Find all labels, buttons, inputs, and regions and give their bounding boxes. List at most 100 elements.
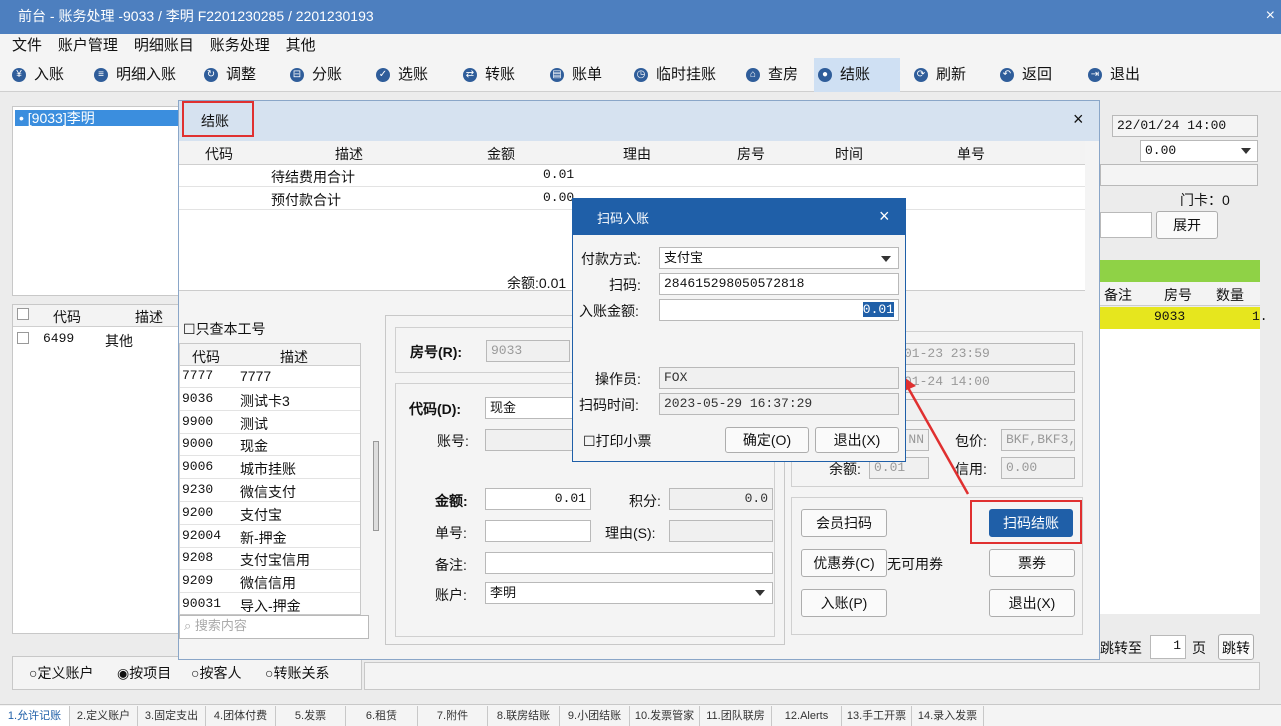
table-row[interactable]: 9033 1. bbox=[1100, 307, 1268, 329]
tab-define-account[interactable]: 2.定义账户 bbox=[70, 706, 138, 726]
only-mine-checkbox[interactable]: ☐只查本工号 bbox=[183, 319, 266, 339]
toolbar-select-button[interactable]: ✓ 选账 bbox=[372, 58, 428, 92]
list-item[interactable]: 92004 新-押金 bbox=[180, 526, 360, 548]
radio-by-guest[interactable]: ○按客人 bbox=[191, 663, 241, 683]
tab-lease[interactable]: 6.租赁 bbox=[346, 706, 418, 726]
tab-allow-post[interactable]: 1.允许记账 bbox=[0, 706, 70, 726]
header-desc: 描述 bbox=[135, 309, 163, 325]
select-all-checkbox[interactable] bbox=[17, 308, 29, 320]
scan-header: 扫码入账 × bbox=[573, 199, 905, 235]
toolbar-adjust-button[interactable]: ↻ 调整 bbox=[200, 58, 256, 92]
tab-group-pay[interactable]: 4.团体付费 bbox=[206, 706, 276, 726]
remark-input[interactable] bbox=[485, 552, 773, 574]
toolbar-bill-button[interactable]: ▤ 账单 bbox=[546, 58, 602, 92]
list-item[interactable]: 9200 支付宝 bbox=[180, 503, 360, 525]
toolbar-back-button[interactable]: ↶ 返回 bbox=[996, 58, 1052, 92]
list-item[interactable]: 90031 导入-押金 bbox=[180, 594, 360, 616]
tab-small-group[interactable]: 9.小团结账 bbox=[560, 706, 630, 726]
menu-other[interactable]: 其他 bbox=[286, 34, 316, 58]
goto-label: 跳转至 bbox=[1100, 640, 1142, 656]
tab-linked-room[interactable]: 8.联房结账 bbox=[488, 706, 560, 726]
room-select[interactable]: 9033 bbox=[486, 340, 570, 362]
reason-select[interactable] bbox=[669, 520, 773, 542]
amount-input[interactable]: 0.01 bbox=[485, 488, 591, 510]
goto-button[interactable]: 跳转 bbox=[1218, 634, 1254, 660]
code-label: 代码(D): bbox=[409, 401, 462, 417]
tree-item[interactable]: • [9033]李明 bbox=[15, 110, 179, 126]
list-item[interactable]: 9006 城市挂账 bbox=[180, 457, 360, 480]
toolbar-check-room-button[interactable]: ⌂ 查房 bbox=[742, 58, 798, 92]
toolbar-split-button[interactable]: ⊟ 分账 bbox=[286, 58, 342, 92]
row-checkbox[interactable] bbox=[17, 332, 29, 344]
search-input[interactable]: ⌕ 搜索内容 bbox=[179, 615, 369, 639]
tab-alerts[interactable]: 12.Alerts bbox=[772, 706, 842, 726]
toolbar-checkout-button[interactable]: ● 结账 bbox=[814, 58, 900, 92]
toolbar-transfer-button[interactable]: ⇄ 转账 bbox=[459, 58, 515, 92]
exit-button[interactable]: 退出(X) bbox=[989, 589, 1075, 617]
menu-file[interactable]: 文件 bbox=[12, 34, 42, 58]
list-item[interactable]: 9036 测试卡3 bbox=[180, 389, 360, 411]
post-amount-input[interactable]: 0.01 bbox=[659, 299, 899, 321]
list-item[interactable]: 9900 测试 bbox=[180, 412, 360, 434]
code-input[interactable]: 现金 bbox=[485, 397, 575, 419]
desc-cell: 新-押金 bbox=[240, 529, 287, 546]
toolbar-temp-hang-button[interactable]: ◷ 临时挂账 bbox=[630, 58, 716, 92]
toolbar-post-button[interactable]: ¥ 入账 bbox=[8, 58, 64, 92]
list-item[interactable]: 9208 支付宝信用 bbox=[180, 548, 360, 571]
bg-table-body bbox=[1100, 329, 1260, 614]
expand-button[interactable]: 展开 bbox=[1156, 211, 1218, 239]
bg-input[interactable] bbox=[1100, 212, 1152, 238]
page-input[interactable]: 1 bbox=[1150, 635, 1186, 659]
checkout-header: 结账 × bbox=[179, 101, 1099, 141]
tab-team-room[interactable]: 11.团队联房 bbox=[700, 706, 772, 726]
no-input[interactable] bbox=[485, 520, 591, 542]
post-button[interactable]: 入账(P) bbox=[801, 589, 887, 617]
desc-cell: 测试 bbox=[240, 415, 268, 432]
menu-detail[interactable]: 明细账目 bbox=[134, 34, 194, 58]
cancel-button[interactable]: 退出(X) bbox=[815, 427, 899, 453]
menu-account-mgmt[interactable]: 账户管理 bbox=[58, 34, 118, 58]
list-item[interactable]: 9209 微信信用 bbox=[180, 571, 360, 594]
operator-label: 操作员: bbox=[595, 371, 641, 387]
list-item[interactable]: 7777 7777 bbox=[180, 366, 360, 388]
radio-by-item[interactable]: ◉按项目 bbox=[117, 663, 171, 683]
table-row[interactable]: 6499 其他 bbox=[13, 329, 181, 351]
code-cell: 7777 bbox=[182, 368, 214, 383]
tab-fixed-expense[interactable]: 3.固定支出 bbox=[138, 706, 206, 726]
tab-attachment[interactable]: 7.附件 bbox=[418, 706, 488, 726]
tab-enter-invoice[interactable]: 14.录入发票 bbox=[912, 706, 984, 726]
tab-manual-invoice[interactable]: 13.手工开票 bbox=[842, 706, 912, 726]
tab-invoice-mgr[interactable]: 10.发票管家 bbox=[630, 706, 700, 726]
arrival-field: 01-23 23:59 bbox=[899, 343, 1075, 365]
list-item[interactable]: 9230 微信支付 bbox=[180, 480, 360, 502]
code-cell: 9006 bbox=[182, 459, 214, 475]
radio-transfer-relation[interactable]: ○转账关系 bbox=[265, 663, 329, 683]
account-select[interactable]: 李明 bbox=[485, 582, 773, 604]
table-row[interactable]: 待结费用合计 0.01 bbox=[179, 165, 1085, 187]
toolbar-detail-post-button[interactable]: ≡ 明细入账 bbox=[90, 58, 176, 92]
coupon-button[interactable]: 优惠券(C) bbox=[801, 549, 887, 577]
close-icon[interactable]: × bbox=[879, 206, 890, 227]
toolbar-refresh-button[interactable]: ⟳ 刷新 bbox=[910, 58, 966, 92]
splitter-handle[interactable] bbox=[373, 441, 379, 531]
code-cell: 92004 bbox=[182, 527, 222, 543]
window-close-icon[interactable]: × bbox=[1266, 0, 1275, 32]
close-icon[interactable]: × bbox=[1073, 109, 1084, 130]
confirm-button[interactable]: 确定(O) bbox=[725, 427, 809, 453]
ticket-button[interactable]: 票券 bbox=[989, 549, 1075, 577]
scan-time-field: 2023-05-29 16:37:29 bbox=[659, 393, 899, 415]
tab-invoice[interactable]: 5.发票 bbox=[276, 706, 346, 726]
menu-bar: 文件 账户管理 明细账目 账务处理 其他 bbox=[0, 34, 1281, 58]
scan-code-input[interactable]: 284615298050572818 bbox=[659, 273, 899, 295]
view-radio-group: ○定义账户 ◉按项目 ○按客人 ○转账关系 bbox=[12, 656, 362, 690]
pay-method-select[interactable]: 支付宝 bbox=[659, 247, 899, 269]
radio-defined-account[interactable]: ○定义账户 bbox=[29, 663, 93, 683]
coins-icon: ● bbox=[818, 68, 832, 83]
acct-input[interactable] bbox=[485, 429, 575, 451]
member-scan-button[interactable]: 会员扫码 bbox=[801, 509, 887, 537]
print-receipt-checkbox[interactable]: ☐打印小票 bbox=[583, 431, 652, 451]
toolbar-exit-button[interactable]: ⇥ 退出 bbox=[1084, 58, 1140, 92]
back-icon: ↶ bbox=[1000, 68, 1014, 83]
menu-billing[interactable]: 账务处理 bbox=[210, 34, 270, 58]
list-item[interactable]: 9000 现金 bbox=[180, 434, 360, 457]
